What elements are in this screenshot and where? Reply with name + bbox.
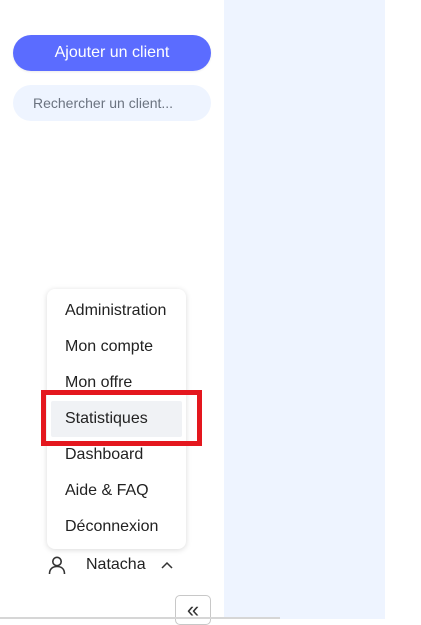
menu-item-mon-offre[interactable]: Mon offre [51, 365, 182, 401]
menu-item-dashboard[interactable]: Dashboard [51, 437, 182, 473]
add-client-button[interactable]: Ajouter un client [13, 35, 211, 71]
menu-item-administration[interactable]: Administration [51, 293, 182, 329]
collapse-sidebar-button[interactable]: « [175, 595, 211, 625]
menu-item-aide-faq[interactable]: Aide & FAQ [51, 473, 182, 509]
chevron-up-icon [160, 558, 174, 572]
user-menu-toggle[interactable]: Natacha [47, 552, 187, 578]
right-strip [385, 0, 421, 619]
user-icon [47, 555, 67, 575]
menu-item-statistiques[interactable]: Statistiques [51, 401, 182, 437]
user-dropdown-menu: Administration Mon compte Mon offre Stat… [47, 289, 186, 549]
search-client-input[interactable] [13, 85, 211, 121]
menu-item-mon-compte[interactable]: Mon compte [51, 329, 182, 365]
user-name: Natacha [86, 556, 146, 573]
main-panel [224, 0, 385, 619]
double-chevron-left-icon: « [186, 597, 200, 622]
menu-item-deconnexion[interactable]: Déconnexion [51, 509, 182, 545]
sidebar: Ajouter un client Administration Mon com… [0, 0, 224, 625]
